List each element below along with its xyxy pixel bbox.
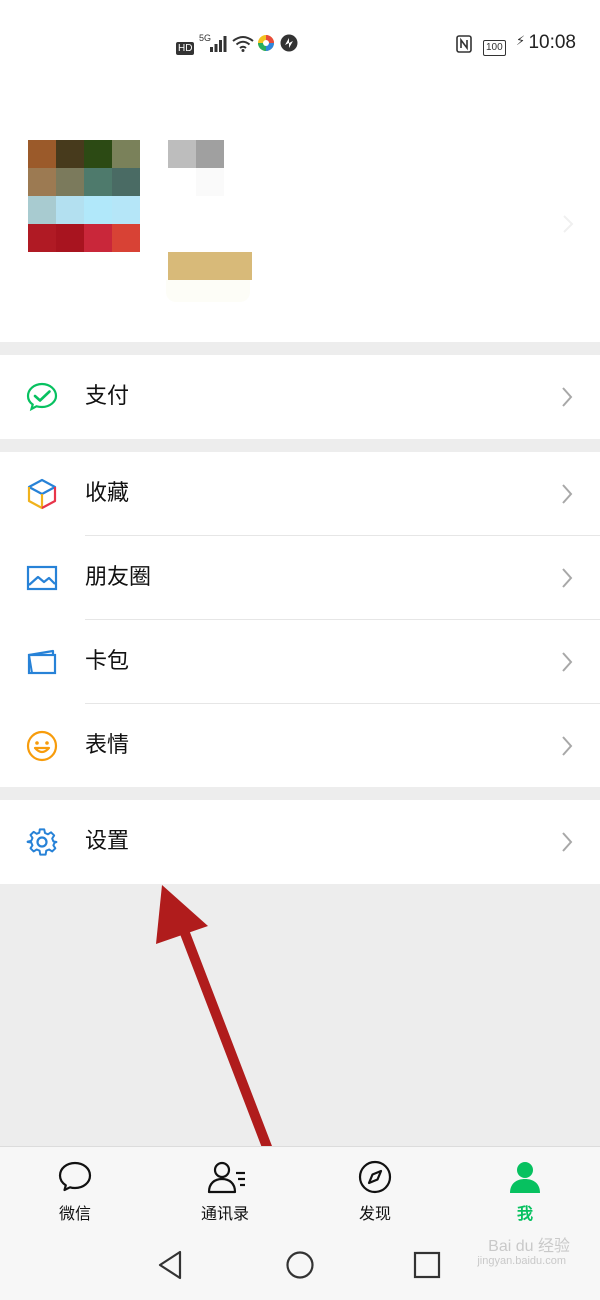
chevron-right-icon — [562, 387, 573, 407]
smiley-icon — [26, 730, 58, 762]
menu-item-moments[interactable]: 朋友圈 — [0, 536, 600, 620]
menu-item-label: 卡包 — [85, 649, 130, 674]
tab-me[interactable]: 我 — [450, 1147, 600, 1233]
menu-item-cards[interactable]: 卡包 — [0, 620, 600, 704]
menu-item-label: 设置 — [85, 829, 130, 854]
chevron-right-icon — [562, 832, 573, 852]
avatar[interactable] — [28, 140, 140, 252]
tab-discover[interactable]: 发现 — [300, 1147, 450, 1233]
pay-section: 支付 — [0, 355, 600, 439]
gear-icon — [26, 828, 58, 856]
hd-badge: HD — [176, 42, 195, 55]
watermark-url: jingyan.baidu.com — [477, 1255, 566, 1267]
cube-icon — [27, 478, 57, 510]
tab-label: 微信 — [58, 1204, 91, 1223]
wifi-icon — [232, 36, 254, 52]
menu-item-stickers[interactable]: 表情 — [0, 704, 600, 788]
watermark: Bai du 经验 — [488, 1238, 570, 1255]
charging-icon: ⚡ — [516, 34, 526, 49]
colorful-app-icon — [258, 35, 274, 51]
status-bar: HD 5G 100 ⚡ 10:08 — [0, 0, 600, 88]
nfc-icon — [456, 35, 472, 53]
menu-item-label: 支付 — [85, 384, 130, 409]
chevron-right-icon — [562, 484, 573, 504]
nickname-blurred-2 — [196, 140, 224, 168]
recents-icon[interactable] — [413, 1251, 441, 1279]
pay-icon — [26, 382, 58, 412]
tab-label: 通讯录 — [200, 1204, 249, 1223]
qr-chevron-icon[interactable] — [562, 214, 574, 234]
features-section: 收藏 朋友圈 卡包 表情 — [0, 452, 600, 787]
bottom-tab-bar: 微信 通讯录 发现 我 — [0, 1146, 600, 1233]
compass-icon — [358, 1160, 392, 1194]
menu-item-favorites[interactable]: 收藏 — [0, 452, 600, 536]
home-icon[interactable] — [285, 1250, 315, 1280]
signal-icon — [210, 36, 227, 52]
menu-item-label: 表情 — [85, 733, 130, 758]
clock: 10:08 — [528, 32, 576, 53]
wechat-id-blurred — [168, 252, 252, 280]
contacts-icon — [207, 1161, 245, 1194]
chevron-right-icon — [562, 652, 573, 672]
app-notification-icon — [280, 34, 298, 52]
person-icon — [510, 1162, 540, 1193]
nickname-blurred — [168, 140, 196, 168]
card-wallet-icon — [27, 649, 57, 675]
nickname-blurred-3 — [196, 168, 224, 196]
chevron-right-icon — [562, 568, 573, 588]
image-icon — [26, 565, 58, 591]
menu-item-pay[interactable]: 支付 — [0, 355, 600, 439]
chevron-right-icon — [562, 736, 573, 756]
settings-section: 设置 — [0, 800, 600, 884]
tab-chats[interactable]: 微信 — [0, 1147, 150, 1233]
battery-indicator: 100 — [483, 35, 506, 56]
back-icon[interactable] — [156, 1249, 186, 1281]
tab-label: 我 — [516, 1204, 533, 1223]
tab-contacts[interactable]: 通讯录 — [150, 1147, 300, 1233]
tab-label: 发现 — [358, 1204, 391, 1223]
wechat-id-blurred-2 — [166, 280, 250, 302]
profile-header[interactable] — [0, 88, 600, 342]
chat-bubble-icon — [58, 1161, 92, 1192]
menu-item-settings[interactable]: 设置 — [0, 800, 600, 884]
menu-item-label: 朋友圈 — [85, 565, 152, 590]
menu-item-label: 收藏 — [85, 481, 130, 506]
